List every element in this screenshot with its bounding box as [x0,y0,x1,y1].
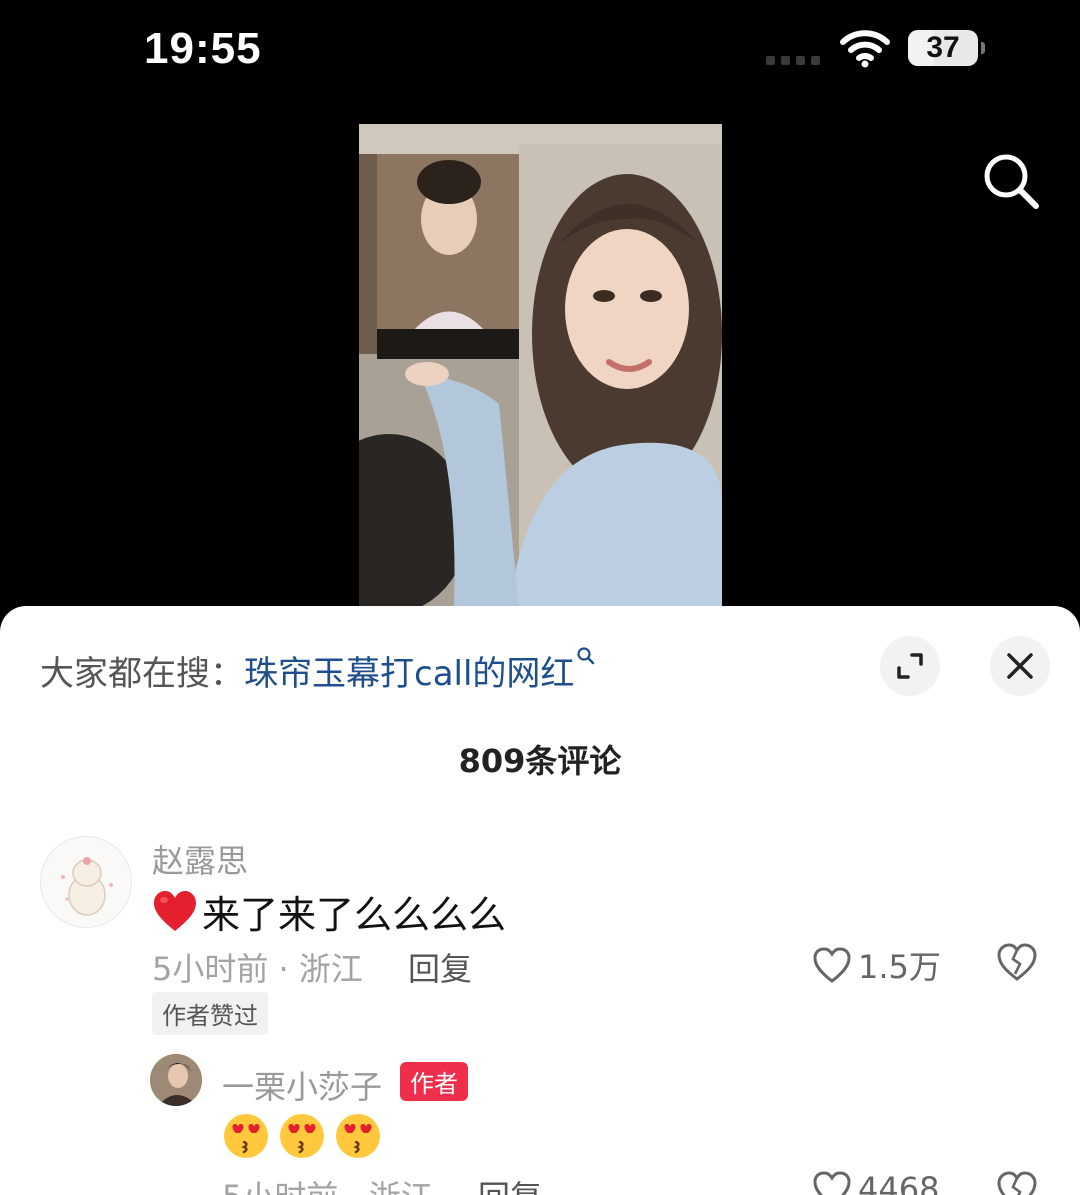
expand-button[interactable] [880,636,940,696]
comment-meta: 5小时前 · 浙江 [152,950,363,988]
reply-like-count: 4468 [858,1170,940,1195]
search-icon[interactable] [980,150,1040,210]
close-button[interactable] [990,636,1050,696]
reply-reply-button[interactable]: 回复 [478,1172,542,1195]
author-liked-badge: 作者赞过 [152,992,268,1035]
cellular-signal-icon [766,56,820,65]
status-time: 19:55 [144,24,262,73]
battery-tip [981,42,985,54]
video-player[interactable] [359,124,722,608]
like-count: 1.5万 [858,948,941,986]
red-heart-icon [154,890,196,931]
comment-text-content: 来了来了么么么么 [202,893,507,937]
trending-search-link[interactable]: 珠帘玉幕打call的网红 [244,654,574,694]
comment-author[interactable]: 赵露思 [152,836,248,882]
wifi-icon [840,30,890,68]
comment-count-title: 809条评论 [458,742,622,780]
heart-outline-icon [813,947,851,983]
like-button[interactable]: 1.5万 [812,942,941,988]
kissing-heart-eyes-icon [280,1114,324,1158]
broken-heart-icon[interactable] [996,1170,1038,1195]
expand-icon [897,653,923,679]
author-badge: 作者 [400,1062,468,1101]
broken-heart-icon[interactable] [996,942,1038,982]
avatar[interactable] [40,836,132,928]
battery-icon: 37 [908,30,978,66]
comment-text: 来了来了么么么么 [152,884,506,939]
kissing-heart-eyes-icon [336,1114,380,1158]
kissing-heart-eyes-icon [224,1114,268,1158]
battery-percentage: 37 [926,31,960,64]
reply-meta: 5小时前 · 浙江 [222,1172,433,1195]
heart-outline-icon [813,1171,851,1195]
reply-author[interactable]: 一栗小莎子 [222,1062,382,1108]
reply-avatar-image [150,1054,202,1106]
trending-search-bar: 大家都在搜：珠帘玉幕打call的网红 [40,646,596,695]
reply-button[interactable]: 回复 [408,944,472,990]
reply-like-button[interactable]: 4468 [812,1170,939,1195]
video-frame-image [359,124,722,608]
comments-sheet: 大家都在搜：珠帘玉幕打call的网红 809条评论 赵露思 来了来了么么么么 5… [0,606,1080,1195]
avatar-illustration [61,857,113,916]
reply-avatar[interactable] [150,1054,202,1106]
small-search-icon [577,647,595,665]
close-icon [1007,653,1033,679]
trending-search-prefix: 大家都在搜： [40,654,244,694]
reply-emojis [222,1112,382,1160]
